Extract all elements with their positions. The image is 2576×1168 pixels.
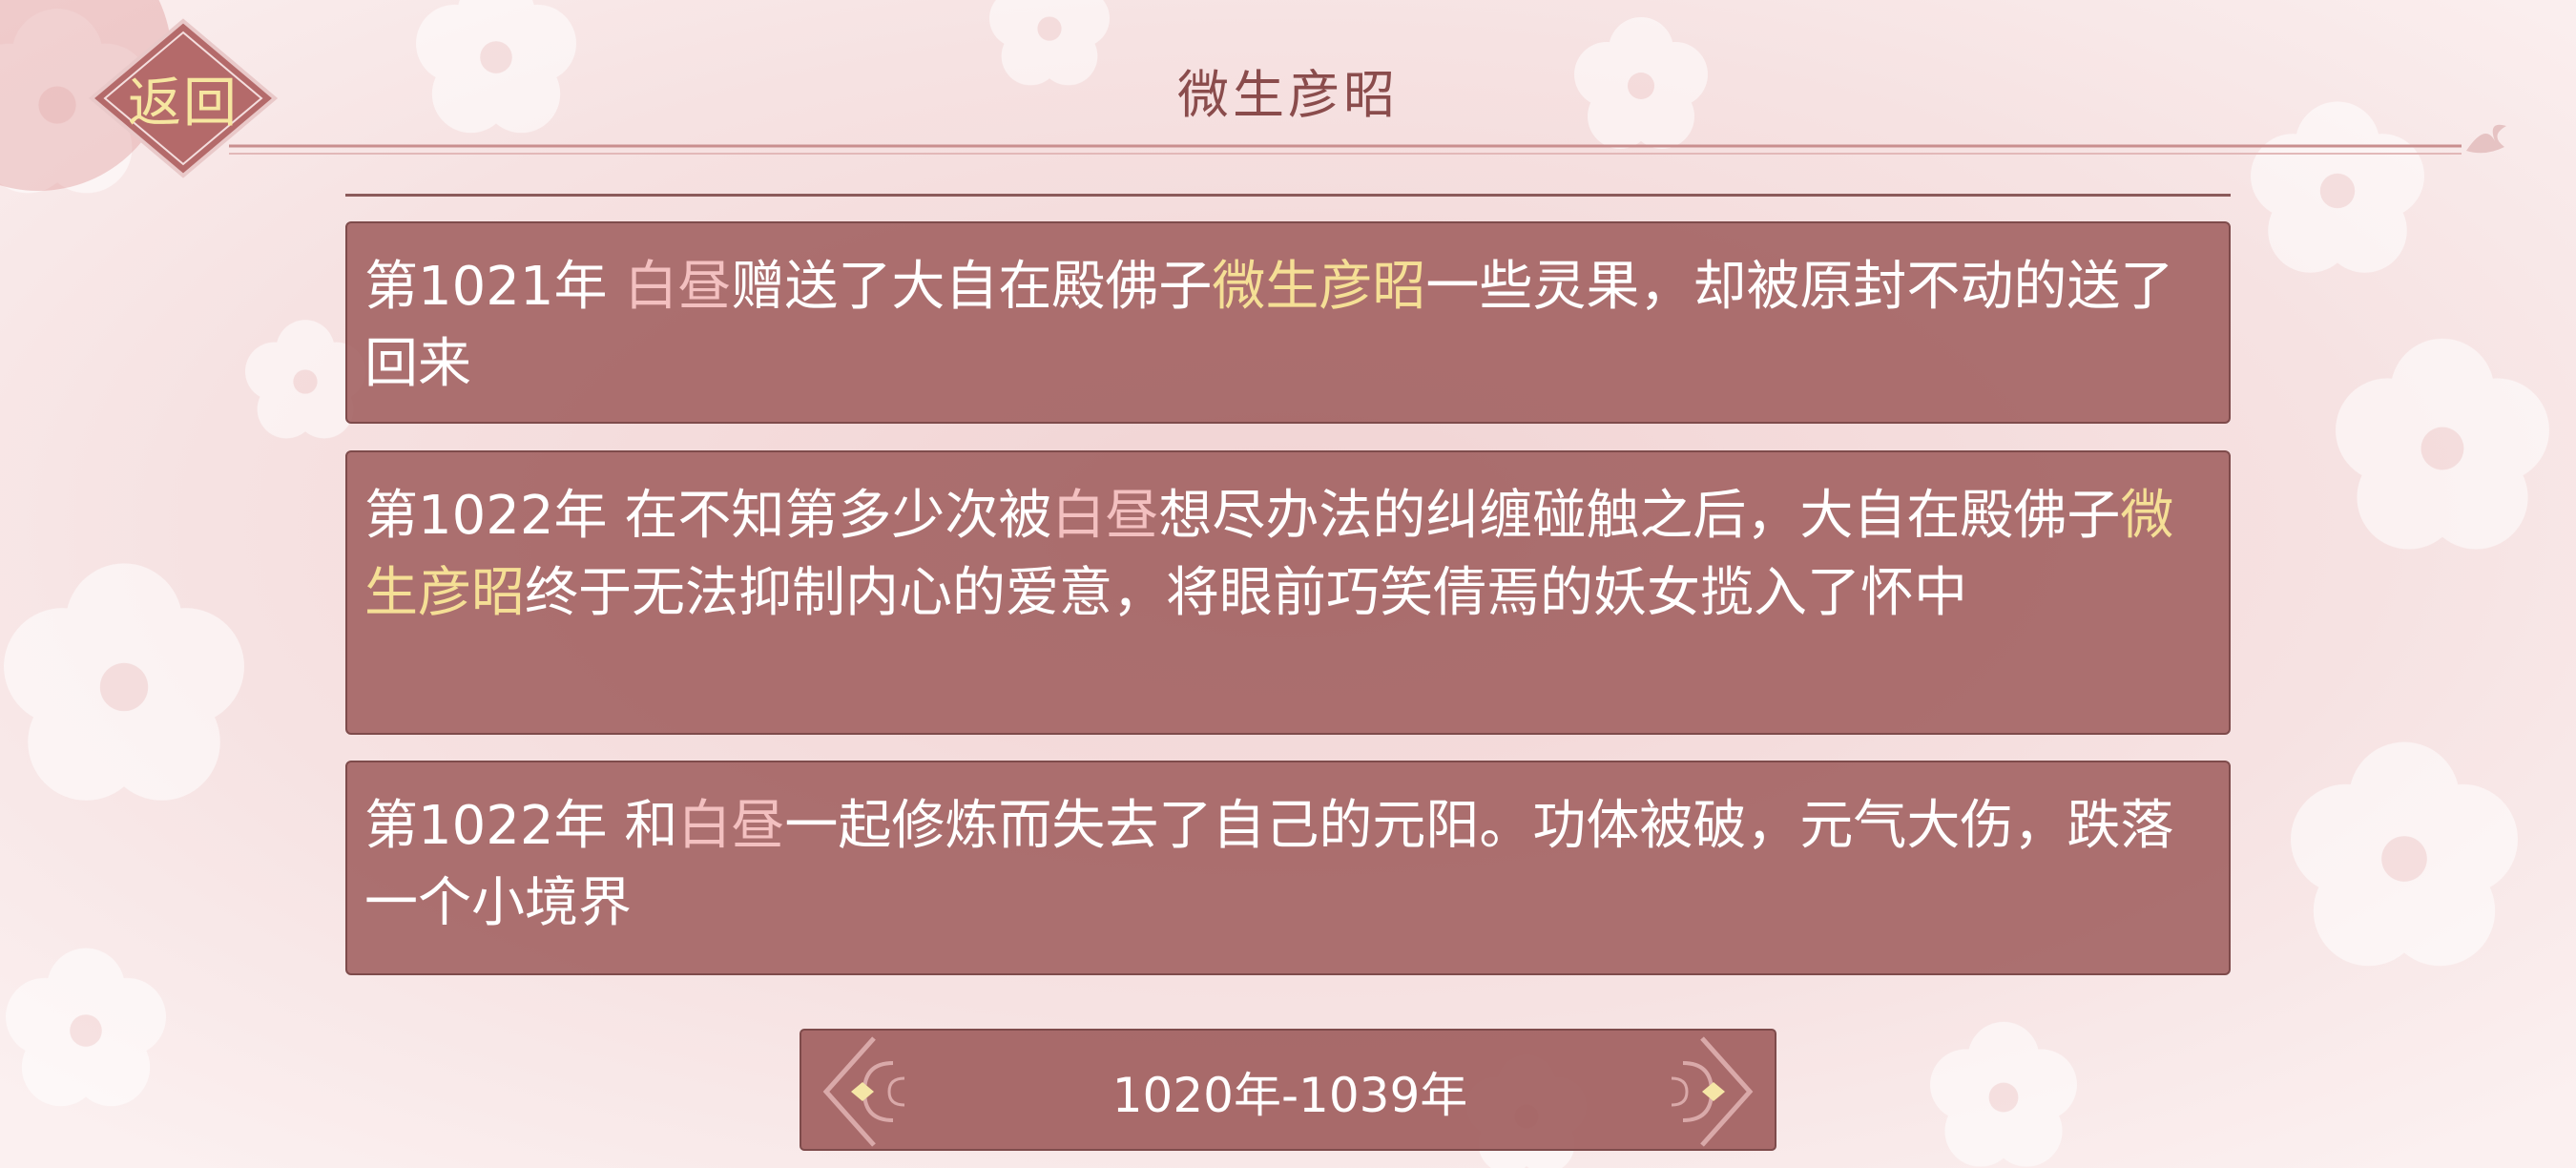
event-entry: 第1022年 在不知第多少次被白昼想尽办法的纠缠碰触之后，大自在殿佛子微生彦昭终… — [345, 450, 2231, 735]
page-title: 微生彦昭 — [1177, 65, 1399, 125]
event-entry: 第1021年 白昼赠送了大自在殿佛子微生彦昭一些灵果，却被原封不动的送了回来 — [345, 221, 2231, 424]
character-name-weisheng: 微生彦昭 — [1212, 256, 1426, 318]
list-top-border — [345, 194, 2231, 197]
event-year: 第1021年 — [364, 256, 608, 318]
year-range-label: 1020年-1039年 — [1111, 1068, 1468, 1123]
event-text: 终于无法抑制内心的爱意，将眼前巧笑倩焉的妖女揽入了怀中 — [525, 562, 1967, 624]
event-year: 第1022年 — [364, 795, 608, 857]
year-range-pager: 1020年-1039年 — [800, 1029, 1776, 1151]
character-name-baizhou: 白昼 — [677, 795, 785, 857]
event-entry: 第1022年 和白昼一起修炼而失去了自己的元阳。功体被破，元气大伤，跌落一个小境… — [345, 761, 2231, 975]
character-name-baizhou: 白昼 — [624, 256, 732, 318]
event-text — [608, 256, 625, 318]
event-text: 在不知第多少次被 — [607, 485, 1052, 547]
event-text: 想尽办法的纠缠碰触之后，大自在殿佛子 — [1158, 485, 2121, 547]
title-divider — [229, 124, 2506, 155]
chevron-right-ornament-icon[interactable] — [1654, 1034, 1759, 1149]
character-name-baizhou: 白昼 — [1051, 485, 1159, 547]
event-text: 和 — [607, 795, 678, 857]
event-year: 第1022年 — [364, 485, 608, 547]
event-text: 赠送了大自在殿佛子 — [731, 256, 1213, 318]
